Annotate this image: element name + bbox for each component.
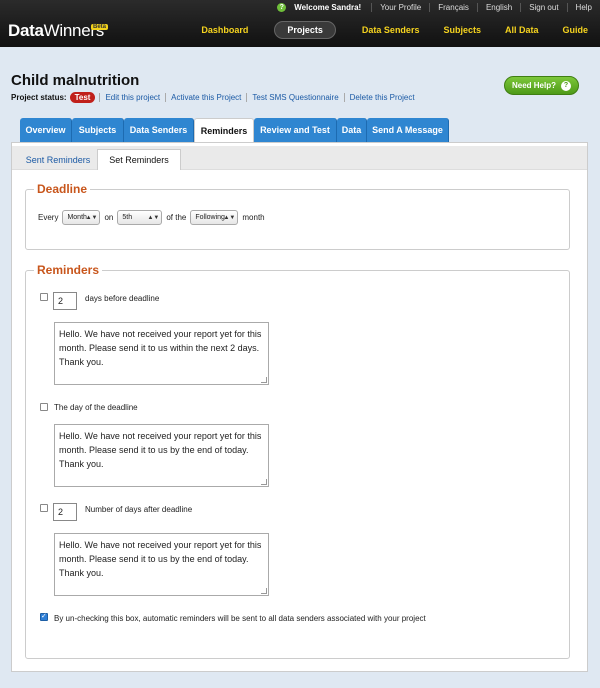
days-after-input[interactable]: 2 — [53, 503, 77, 521]
auto-reminders-checkbox[interactable] — [40, 612, 48, 621]
before-deadline-message-text: Hello. We have not received your report … — [59, 329, 262, 367]
project-status-label: Project status: — [11, 93, 67, 102]
test-sms-questionnaire-link[interactable]: Test SMS Questionnaire — [246, 93, 343, 102]
before-deadline-checkbox[interactable] — [40, 293, 48, 301]
edit-project-link[interactable]: Edit this project — [99, 93, 165, 102]
need-help-label: Need Help? — [511, 81, 556, 90]
auto-reminders-label: By un-checking this box, automatic remin… — [54, 614, 426, 623]
of-the-label: of the — [166, 213, 187, 222]
main-nav: Dashboard Projects Data Senders Subjects… — [189, 21, 600, 39]
tab-subjects[interactable]: Subjects — [72, 118, 124, 142]
after-deadline-message[interactable]: Hello. We have not received your report … — [54, 533, 269, 596]
top-bar: ? Welcome Sandra! Your Profile Français … — [0, 0, 600, 47]
project-status-bar: Project status: Test Edit this project A… — [11, 92, 420, 103]
nav-guide[interactable]: Guide — [550, 25, 600, 35]
on-deadline-label: The day of the deadline — [54, 403, 138, 412]
page-title: Child malnutrition — [11, 72, 140, 89]
month-label: month — [242, 213, 265, 222]
on-label: on — [104, 213, 114, 222]
resize-grip-icon[interactable] — [261, 479, 267, 485]
tab-reminders[interactable]: Reminders — [194, 118, 254, 143]
activate-project-link[interactable]: Activate this Project — [165, 93, 246, 102]
subtab-bar: Sent Reminders Set Reminders — [12, 146, 587, 170]
frequency-select[interactable]: Month ▲▼ — [62, 210, 101, 225]
day-value: 5th — [122, 214, 133, 221]
on-deadline-message[interactable]: Hello. We have not received your report … — [54, 424, 269, 487]
help-link[interactable]: Help — [566, 3, 600, 12]
deadline-legend: Deadline — [37, 182, 88, 196]
sign-out-link[interactable]: Sign out — [520, 3, 566, 12]
day-select[interactable]: 5th ▲▼ — [117, 210, 163, 225]
delete-project-link[interactable]: Delete this Project — [343, 93, 420, 102]
nav-projects[interactable]: Projects — [274, 21, 336, 39]
which-month-value: Following — [195, 214, 225, 221]
nav-dashboard[interactable]: Dashboard — [189, 25, 260, 35]
days-before-label: days before deadline — [85, 294, 160, 303]
select-arrows-icon: ▲▼ — [85, 214, 98, 221]
francais-link[interactable]: Français — [429, 3, 477, 12]
tab-data-senders[interactable]: Data Senders — [124, 118, 194, 142]
which-month-select[interactable]: Following ▲▼ — [190, 210, 239, 225]
nav-data-senders[interactable]: Data Senders — [350, 25, 432, 35]
frequency-value: Month — [67, 214, 87, 221]
after-deadline-checkbox[interactable] — [40, 504, 48, 512]
project-tabs: Overview Subjects Data Senders Reminders… — [20, 118, 449, 143]
beta-badge: Beta — [91, 24, 109, 30]
every-label: Every — [38, 213, 59, 222]
deadline-row: Every Month ▲▼ on 5th ▲▼ of the Following ▲… — [38, 210, 265, 225]
need-help-button[interactable]: Need Help? ? — [504, 76, 579, 95]
logo-bold: Data — [8, 21, 44, 40]
question-icon: ? — [561, 80, 571, 91]
tab-review-and-test[interactable]: Review and Test — [254, 118, 337, 142]
subtab-set-reminders[interactable]: Set Reminders — [97, 149, 181, 170]
logo[interactable]: DataWinners — [8, 21, 104, 41]
tab-data[interactable]: Data — [337, 118, 367, 142]
your-profile-link[interactable]: Your Profile — [371, 3, 429, 12]
before-deadline-message[interactable]: Hello. We have not received your report … — [54, 322, 269, 385]
resize-grip-icon[interactable] — [261, 588, 267, 594]
on-deadline-message-text: Hello. We have not received your report … — [59, 431, 262, 469]
reminders-legend: Reminders — [37, 263, 100, 277]
days-before-input[interactable]: 2 — [53, 292, 77, 310]
nav-all-data[interactable]: All Data — [493, 25, 551, 35]
tab-send-a-message[interactable]: Send A Message — [367, 118, 449, 142]
on-deadline-checkbox[interactable] — [40, 403, 48, 411]
tab-overview[interactable]: Overview — [20, 118, 72, 142]
utility-bar: ? Welcome Sandra! Your Profile Français … — [277, 0, 600, 15]
resize-grip-icon[interactable] — [261, 377, 267, 383]
status-badge: Test — [69, 92, 96, 103]
select-arrows-icon: ▲▼ — [147, 214, 160, 221]
after-deadline-message-text: Hello. We have not received your report … — [59, 540, 262, 578]
welcome-text: Welcome Sandra! — [294, 3, 362, 12]
subtab-sent-reminders[interactable]: Sent Reminders — [18, 149, 98, 170]
select-arrows-icon: ▲▼ — [223, 214, 236, 221]
days-after-label: Number of days after deadline — [85, 505, 193, 514]
help-icon[interactable]: ? — [277, 3, 287, 12]
nav-subjects[interactable]: Subjects — [431, 25, 493, 35]
english-link[interactable]: English — [476, 3, 520, 12]
